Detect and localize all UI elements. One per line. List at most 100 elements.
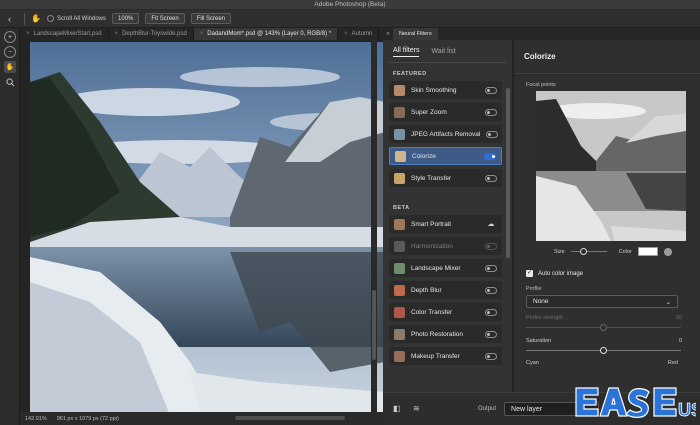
- doc-tab-label: Autumn: [351, 31, 373, 37]
- profile-strength-knob[interactable]: [600, 324, 607, 331]
- color-swatch[interactable]: [637, 247, 658, 256]
- output-label: Output: [478, 406, 497, 412]
- auto-color-checkbox[interactable]: ✓: [526, 270, 533, 277]
- filter-item-depth-blur[interactable]: Depth Blur: [389, 281, 502, 299]
- filter-toggle[interactable]: [484, 152, 496, 160]
- color-picker-icon[interactable]: [663, 247, 672, 256]
- filter-item-smart-portrait[interactable]: Smart Portrait ☁: [389, 215, 502, 233]
- doc-tab[interactable]: × Autumn: [338, 28, 380, 40]
- close-icon[interactable]: ×: [26, 31, 30, 37]
- filter-item-colorize[interactable]: Colorize: [389, 147, 502, 165]
- fill-screen-button[interactable]: Fill Screen: [190, 13, 232, 24]
- filter-item-makeup-transfer[interactable]: Makeup Transfer: [389, 347, 502, 365]
- doc-tab-active[interactable]: × DadandMom*.psd @ 143% (Layer 0, RGB/8) …: [193, 28, 339, 40]
- options-bar: ‹ ✋ Scroll All Windows 100% Fit Screen F…: [0, 10, 700, 28]
- doc-tab-label: DadandMom*.psd @ 143% (Layer 0, RGB/8) *: [207, 31, 332, 37]
- beta-section-heading: BETA: [393, 205, 410, 211]
- zoom-readout[interactable]: 142.91%: [25, 416, 47, 422]
- filter-thumbnail-icon: [394, 218, 405, 230]
- home-back-icon[interactable]: ‹: [8, 14, 18, 24]
- filter-toggle[interactable]: [485, 308, 497, 316]
- filter-properties-panel: Colorize Focal points Size Color ✓ Auto …: [514, 40, 700, 392]
- filter-toggle[interactable]: [485, 108, 497, 116]
- hand-tool-icon[interactable]: ✋: [31, 14, 41, 24]
- close-icon[interactable]: ×: [115, 31, 119, 37]
- cyan-label: Cyan: [526, 360, 539, 366]
- filter-name: Landscape Mixer: [411, 264, 461, 272]
- scrollbar-thumb[interactable]: [372, 290, 376, 360]
- filter-item-harmonization[interactable]: Harmonization: [389, 237, 502, 255]
- scroll-all-windows-checkbox[interactable]: Scroll All Windows: [47, 15, 106, 22]
- canvas-horizontal-scrollbar[interactable]: [235, 416, 345, 420]
- featured-section-heading: FEATURED: [393, 71, 427, 77]
- filter-item-super-zoom[interactable]: Super Zoom: [389, 103, 502, 121]
- auto-color-row[interactable]: ✓ Auto color image: [514, 256, 700, 277]
- canvas-vertical-scrollbar[interactable]: [371, 40, 377, 412]
- collapse-panels-icon[interactable]: »: [383, 31, 393, 37]
- filter-thumbnail-icon: [394, 306, 405, 318]
- profile-dropdown[interactable]: None ⌄: [526, 295, 678, 308]
- preview-toggle-icon[interactable]: ◧: [393, 404, 403, 414]
- filter-list-scrollbar[interactable]: [506, 88, 510, 258]
- document-canvas[interactable]: [20, 40, 385, 415]
- doc-tab[interactable]: × DepthBlur-Toyswide.psd: [109, 28, 194, 40]
- filter-name: Makeup Transfer: [411, 352, 460, 360]
- tab-all-filters[interactable]: All filters: [393, 47, 420, 57]
- landscape-photo[interactable]: [30, 42, 385, 415]
- filter-thumbnail-icon: [394, 284, 405, 296]
- zoom-in-icon[interactable]: +: [4, 31, 16, 43]
- filter-item-style-transfer[interactable]: Style Transfer: [389, 169, 502, 187]
- size-color-row: Size Color: [514, 241, 700, 256]
- panel-tab-strip: » Neural Filters: [383, 28, 700, 40]
- cloud-download-icon[interactable]: ☁: [485, 220, 497, 228]
- divider: [24, 12, 25, 25]
- saturation-knob[interactable]: [600, 347, 607, 354]
- svg-text:US: US: [678, 400, 696, 420]
- filter-item-skin-smoothing[interactable]: Skin Smoothing: [389, 81, 502, 99]
- output-value: New layer: [511, 405, 543, 413]
- close-icon[interactable]: ×: [200, 31, 204, 37]
- zoom-out-icon[interactable]: −: [4, 46, 16, 58]
- filter-item-landscape-mixer[interactable]: Landscape Mixer: [389, 259, 502, 277]
- filter-toggle[interactable]: [485, 352, 497, 360]
- tab-neural-filters[interactable]: Neural Filters: [393, 28, 438, 40]
- tab-wait-list[interactable]: Wait list: [431, 48, 455, 57]
- title-bar: Adobe Photoshop (Beta): [0, 0, 700, 10]
- filter-name: Smart Portrait: [411, 220, 452, 228]
- doc-tab[interactable]: × LandscapeMixerStart.psd: [20, 28, 109, 40]
- focal-points-preview[interactable]: [536, 91, 686, 241]
- zoom-tool-icon[interactable]: [4, 76, 16, 88]
- filter-thumbnail-icon: [394, 240, 405, 252]
- filter-title: Colorize: [514, 40, 700, 74]
- filter-toggle[interactable]: [485, 86, 497, 94]
- filter-name: Depth Blur: [411, 286, 442, 294]
- scroll-all-windows-label: Scroll All Windows: [57, 15, 107, 22]
- layers-stack-icon[interactable]: ≋: [413, 404, 423, 414]
- filter-toggle[interactable]: [486, 130, 499, 138]
- filter-name: Harmonization: [411, 242, 453, 250]
- zoom-100-button[interactable]: 100%: [112, 13, 140, 24]
- filter-toggle[interactable]: [485, 264, 497, 272]
- profile-value: None: [533, 298, 549, 305]
- filter-toggle[interactable]: [485, 174, 497, 182]
- filter-toggle[interactable]: [485, 286, 497, 294]
- filter-thumbnail-icon: [394, 128, 405, 140]
- filter-item-color-transfer[interactable]: Color Transfer: [389, 303, 502, 321]
- hand-icon[interactable]: ✋: [4, 61, 16, 73]
- profile-label: Profile: [526, 286, 542, 292]
- filter-name: Photo Restoration: [411, 330, 464, 338]
- featured-filters: Skin Smoothing Super Zoom JPEG Artifacts R…: [383, 81, 512, 187]
- cyan-red-row: Cyan Red: [514, 359, 700, 371]
- filter-name: Skin Smoothing: [411, 86, 457, 94]
- neural-filters-list: All filters Wait list FEATURED Skin Smoo…: [383, 40, 513, 412]
- filter-toggle[interactable]: [485, 330, 497, 338]
- chevron-down-icon: ⌄: [665, 298, 671, 306]
- filter-name: JPEG Artifacts Removal: [411, 130, 481, 138]
- size-slider[interactable]: [570, 248, 607, 255]
- filter-item-jpeg-artifacts-removal[interactable]: JPEG Artifacts Removal: [389, 125, 502, 143]
- filter-thumbnail-icon: [394, 328, 405, 340]
- close-icon[interactable]: ×: [344, 31, 348, 37]
- fit-screen-button[interactable]: Fit Screen: [145, 13, 185, 24]
- filter-item-photo-restoration[interactable]: Photo Restoration: [389, 325, 502, 343]
- size-slider-knob[interactable]: [580, 248, 588, 255]
